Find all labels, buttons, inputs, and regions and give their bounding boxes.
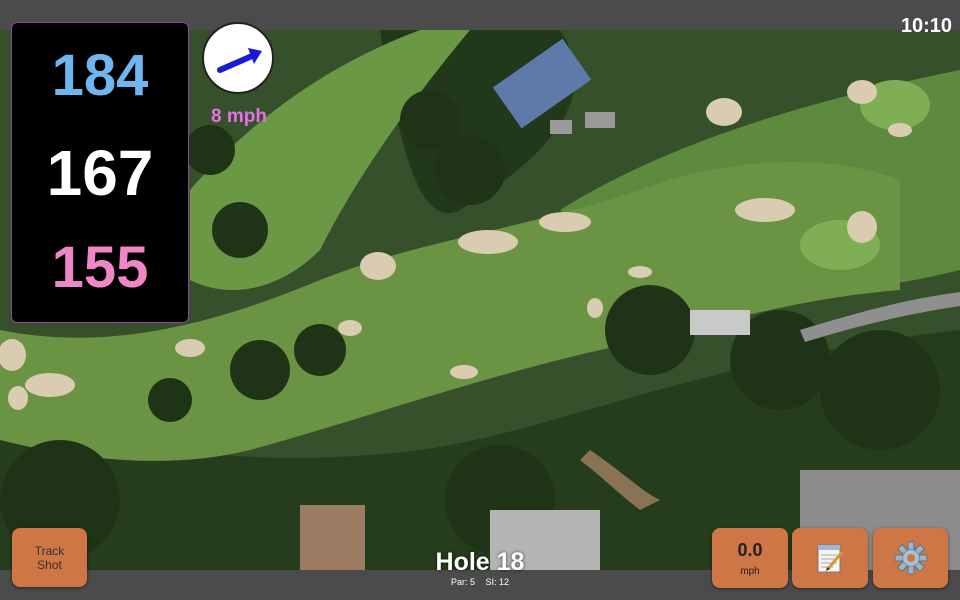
yardage-middle: 167 [46,137,154,209]
track-shot-label-line2: Shot [37,557,62,572]
track-shot-label-line1: Track [34,543,65,558]
wind-arrow-icon [217,48,262,73]
hole-title: Hole 18 [435,548,525,576]
yardage-back: 184 [51,43,149,108]
wind-speed-label: 8 mph [211,106,267,127]
settings-button[interactable] [873,528,948,588]
speed-button[interactable]: 0.0 mph [712,528,788,588]
status-clock: 10:10 [900,15,952,37]
yardage-panel: 184 167 155 [11,22,189,323]
speed-value: 0.0 [737,539,763,560]
notepad-icon [817,544,844,573]
hole-par: Par: 5 [450,577,475,587]
notes-button[interactable] [792,528,868,588]
yardage-front: 155 [51,235,149,300]
hole-info: Par: 5 SI: 12 [380,577,580,587]
wind-indicator [202,22,274,94]
hole-stroke-index: SI: 12 [485,577,510,587]
gear-icon [894,541,927,575]
track-shot-button[interactable]: Track Shot [12,528,87,587]
speed-unit: mph [740,565,760,577]
